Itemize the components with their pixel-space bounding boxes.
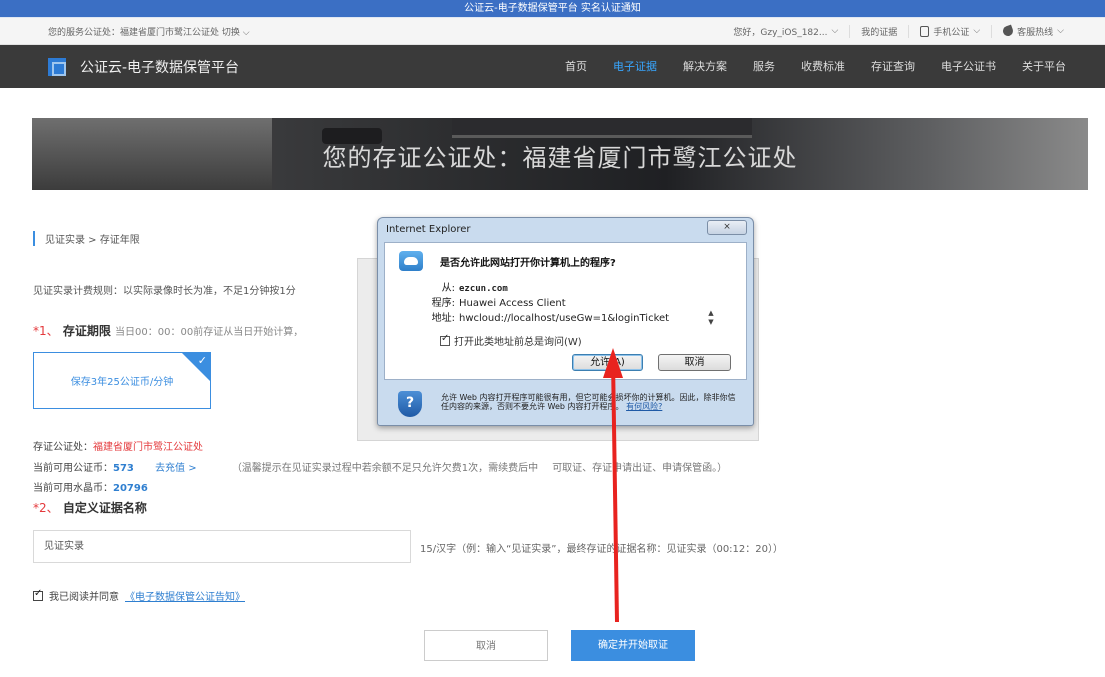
- agree-checkbox[interactable]: [33, 588, 43, 601]
- phone-icon: [1001, 24, 1015, 38]
- billing-rule-text: 见证实录计费规则：以实际录像时长为准，不足1分钟按1分: [33, 286, 296, 297]
- chevron-down-icon: ⌵: [1057, 26, 1064, 36]
- always-ask-label: 打开此类地址前总是询问(W): [454, 337, 582, 348]
- chevron-down-icon: ⌵: [831, 26, 839, 36]
- coin-label: 当前可用公证币：: [33, 463, 113, 474]
- my-evidence-link[interactable]: 我的证据: [849, 24, 908, 38]
- notice-bar[interactable]: 公证云-电子数据保管平台 实名认证通知: [0, 0, 1105, 18]
- mobile-notary-label: 手机公证: [933, 27, 970, 38]
- office-value: 福建省厦门市鹭江公证处: [93, 442, 203, 453]
- confirm-start-button[interactable]: 确定并开始取证: [571, 630, 695, 661]
- address-label: 地址:: [431, 313, 455, 324]
- office-label: 存证公证处：: [33, 442, 93, 453]
- from-label: 从:: [441, 283, 455, 294]
- user-greeting-menu[interactable]: 您好，Gzy_iOS_182... ⌵: [722, 25, 849, 38]
- coin-balance-info: 当前可用公证币：573 去充值 > （温馨提示在见证实录过程中若余额不足只允许欠…: [33, 459, 727, 474]
- nav-pricing[interactable]: 收费标准: [788, 45, 858, 88]
- program-label: 程序:: [431, 298, 455, 309]
- dialog-titlebar: Internet Explorer ⨯: [378, 218, 753, 240]
- chevron-down-icon: ⌵: [239, 27, 250, 38]
- from-value: ezcun.com: [459, 284, 508, 294]
- cancel-button[interactable]: 取消: [424, 630, 548, 661]
- dialog-body: 是否允许此网站打开你计算机上的程序? 从: ezcun.com 程序: Huawei…: [384, 242, 747, 380]
- evidence-name-input[interactable]: 见证实录: [33, 530, 411, 563]
- plan-label: 保存3年25公证币/分钟: [70, 377, 174, 388]
- dialog-address-row: 地址: hwcloud://localhost/useGw=1&loginTick…: [415, 309, 669, 324]
- balance-tip-text: （温馨提示在见证实录过程中若余额不足只允许欠费1次，需续费后中: [231, 463, 539, 474]
- risk-warning-body: 允许 Web 内容打开程序可能很有用，但它可能会损坏你的计算机。因此，除非你信任…: [441, 393, 736, 411]
- recharge-link[interactable]: 去充值 >: [155, 463, 197, 474]
- shield-question-icon: ?: [398, 391, 422, 417]
- agreement-link[interactable]: 《电子数据保管公证告知》: [125, 588, 245, 603]
- nav-evidence-query[interactable]: 存证查询: [858, 45, 928, 88]
- crystal-label: 当前可用水晶币：: [33, 483, 113, 494]
- cloud-app-icon: [399, 251, 423, 271]
- address-value[interactable]: hwcloud://localhost/useGw=1&loginTicket: [459, 313, 669, 324]
- nav-about[interactable]: 关于平台: [1009, 45, 1079, 88]
- balance-tip: （温馨提示在见证实录过程中若余额不足只允许欠费1次，需续费后中 可取证、存证申请出…: [232, 463, 727, 474]
- nav-electronic-evidence[interactable]: 电子证据: [600, 45, 670, 88]
- crystal-value: 20796: [113, 483, 148, 494]
- dialog-title: Internet Explorer: [386, 224, 471, 235]
- mobile-notary-menu[interactable]: 手机公证 ⌵: [908, 24, 991, 38]
- allow-button[interactable]: 允许(A): [572, 354, 643, 371]
- always-ask-row: 打开此类地址前总是询问(W): [440, 333, 582, 348]
- section-title: 存证期限: [62, 324, 111, 338]
- balance-tip-text-rest: 可取证、存证申请出证、申请保管函。）: [552, 463, 728, 474]
- hotline-menu[interactable]: 客服热线 ⌵: [991, 24, 1075, 38]
- hotline-label: 客服热线: [1017, 27, 1054, 38]
- storage-plan-option[interactable]: 保存3年25公证币/分钟 ✓: [33, 352, 211, 409]
- brand-logo[interactable]: 公证云-电子数据保管平台: [48, 57, 239, 77]
- section-title: 自定义证据名称: [62, 501, 147, 515]
- dialog-footer: ? 允许 Web 内容打开程序可能很有用，但它可能会损坏你的计算机。因此，除非你…: [384, 382, 747, 422]
- evidence-name-hint: 15/汉字（例：输入“见证实录”，最终存证的证据名称：见证实录（00:12：20…: [420, 544, 783, 555]
- breadcrumb: 见证实录 > 存证年限: [33, 231, 140, 246]
- dialog-question: 是否允许此网站打开你计算机上的程序?: [440, 258, 616, 269]
- dialog-cancel-button[interactable]: 取消: [658, 354, 731, 371]
- main-navbar: 公证云-电子数据保管平台 首页 电子证据 解决方案 服务 收费标准 存证查询 电…: [0, 45, 1105, 88]
- coin-value: 573: [113, 463, 134, 474]
- mobile-phone-icon: [920, 25, 930, 37]
- notary-office-info: 存证公证处：福建省厦门市鹭江公证处: [33, 438, 203, 453]
- dialog-close-button[interactable]: ⨯: [707, 220, 747, 235]
- nav-services[interactable]: 服务: [740, 45, 788, 88]
- nav-solutions[interactable]: 解决方案: [670, 45, 740, 88]
- hero-banner: 您的存证公证处：福建省厦门市鹭江公证处: [32, 118, 1088, 190]
- nav-e-certificate[interactable]: 电子公证书: [928, 45, 1009, 88]
- service-office-text[interactable]: 您的服务公证处：福建省厦门市鹭江公证处 切换 ⌵: [48, 25, 722, 38]
- my-evidence-label: 我的证据: [861, 27, 898, 38]
- dialog-program-row: 程序: Huawei Access Client: [415, 294, 566, 309]
- section-hint: 当日00：00：00前存证从当日开始计算，: [115, 327, 304, 338]
- address-scroll-arrows[interactable]: ▲ ▼: [706, 309, 716, 331]
- always-ask-checkbox[interactable]: [440, 333, 450, 346]
- nav-home[interactable]: 首页: [552, 45, 600, 88]
- agreement-row: 我已阅读并同意《电子数据保管公证告知》: [33, 588, 245, 603]
- top-bar: 您的服务公证处：福建省厦门市鹭江公证处 切换 ⌵ 您好，Gzy_iOS_182.…: [0, 18, 1105, 45]
- required-marker: *1、: [33, 324, 59, 338]
- agree-text: 我已阅读并同意: [49, 592, 119, 603]
- check-icon: ✓: [197, 354, 207, 367]
- brand-name: 公证云-电子数据保管平台: [80, 59, 240, 76]
- logo-icon: [48, 57, 66, 76]
- crystal-balance-info: 当前可用水晶币：20796: [33, 479, 148, 494]
- risk-warning-text: 允许 Web 内容打开程序可能很有用，但它可能会损坏你的计算机。因此，除非你信任…: [441, 393, 741, 411]
- service-office-label: 您的服务公证处：福建省厦门市鹭江公证处 切换: [48, 27, 240, 38]
- ie-permission-dialog: Internet Explorer ⨯ 是否允许此网站打开你计算机上的程序? 从…: [377, 217, 754, 426]
- dialog-from-row: 从: ezcun.com: [415, 279, 508, 294]
- user-greeting: 您好，Gzy_iOS_182...: [733, 27, 828, 38]
- risk-link[interactable]: 有何风险?: [626, 402, 662, 411]
- section-evidence-name: *2、 自定义证据名称: [33, 499, 147, 516]
- banner-image-laptop: [452, 118, 752, 138]
- required-marker: *2、: [33, 501, 59, 515]
- program-value: Huawei Access Client: [459, 298, 566, 309]
- notice-text[interactable]: 公证云-电子数据保管平台 实名认证通知: [464, 3, 641, 14]
- banner-title: 您的存证公证处：福建省厦门市鹭江公证处: [322, 144, 798, 172]
- chevron-down-icon: ⌵: [973, 26, 981, 36]
- section-storage-period: *1、 存证期限 当日00：00：00前存证从当日开始计算，: [33, 322, 303, 339]
